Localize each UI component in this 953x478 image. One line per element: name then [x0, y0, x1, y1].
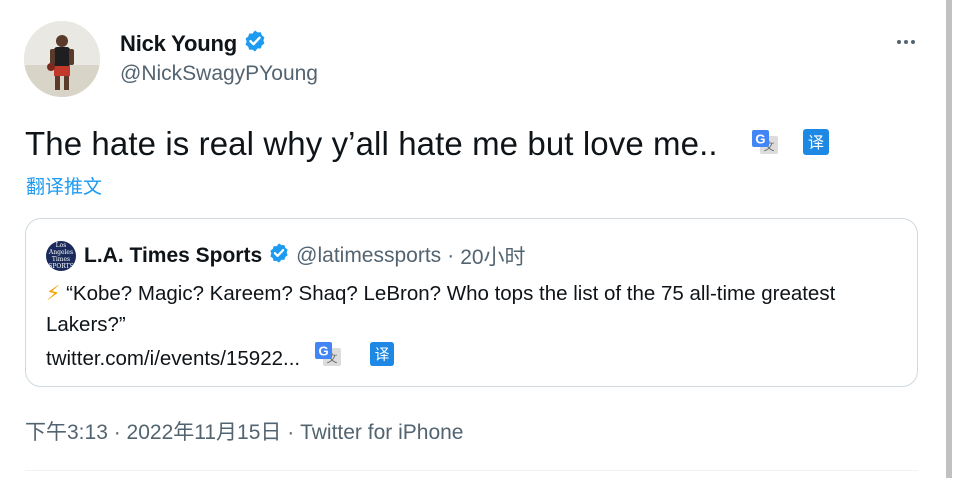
author-name[interactable]: Nick Young: [120, 31, 237, 57]
tweet-timestamp[interactable]: 下午3:13 · 2022年11月15日 · Twitter for iPhon…: [25, 416, 463, 446]
verified-badge-icon: [268, 242, 290, 270]
verified-badge-icon: [243, 29, 267, 58]
lightning-emoji: ⚡: [46, 282, 61, 305]
google-translate-icon[interactable]: 文 G: [314, 341, 342, 376]
yi-translate-icon[interactable]: 译: [802, 124, 829, 164]
quoted-tweet-card[interactable]: Los Angeles Times SPORTS L.A. Times Spor…: [25, 218, 918, 387]
quoted-tweet-text: ⚡ “Kobe? Magic? Kareem? Shaq? LeBron? Wh…: [46, 278, 906, 340]
svg-text:译: 译: [808, 133, 824, 152]
google-translate-icon[interactable]: 文 G: [751, 124, 779, 164]
quoted-author-handle: @latimessports: [296, 244, 442, 267]
tweet-text: The hate is real why y’all hate me but l…: [25, 125, 718, 162]
tweet-text-row: The hate is real why y’all hate me but l…: [25, 124, 829, 164]
meta-separator: ·: [447, 244, 455, 267]
author-avatar[interactable]: [24, 21, 100, 97]
more-icon[interactable]: [890, 32, 922, 52]
yi-translate-icon[interactable]: 译: [370, 342, 395, 375]
translate-tweet-link[interactable]: 翻译推文: [26, 172, 102, 199]
svg-text:G: G: [755, 132, 765, 147]
tweet-page: Nick Young @NickSwagyPYoung The hate is …: [0, 0, 953, 478]
svg-text:译: 译: [375, 347, 390, 364]
author-name-row[interactable]: Nick Young: [120, 29, 267, 58]
quoted-author-avatar: Los Angeles Times SPORTS: [46, 241, 76, 271]
quoted-link-row: twitter.com/i/events/15922... 文 G 译: [46, 341, 395, 376]
scrollbar[interactable]: [945, 0, 953, 478]
quoted-tweet-link[interactable]: twitter.com/i/events/15922...: [46, 343, 300, 374]
divider: [25, 470, 918, 471]
scrollbar-thumb[interactable]: [946, 0, 952, 478]
quoted-avatar-text: Los Angeles Times SPORTS: [48, 242, 74, 270]
svg-text:G: G: [319, 344, 329, 359]
author-handle[interactable]: @NickSwagyPYoung: [120, 62, 318, 86]
quoted-tweet-body: “Kobe? Magic? Kareem? Shaq? LeBron? Who …: [46, 282, 836, 336]
quoted-tweet-time: 20小时: [460, 246, 526, 269]
quoted-tweet-header: L.A. Times Sports @latimessports · 20小时: [84, 241, 526, 271]
quoted-author-name: L.A. Times Sports: [84, 244, 263, 267]
